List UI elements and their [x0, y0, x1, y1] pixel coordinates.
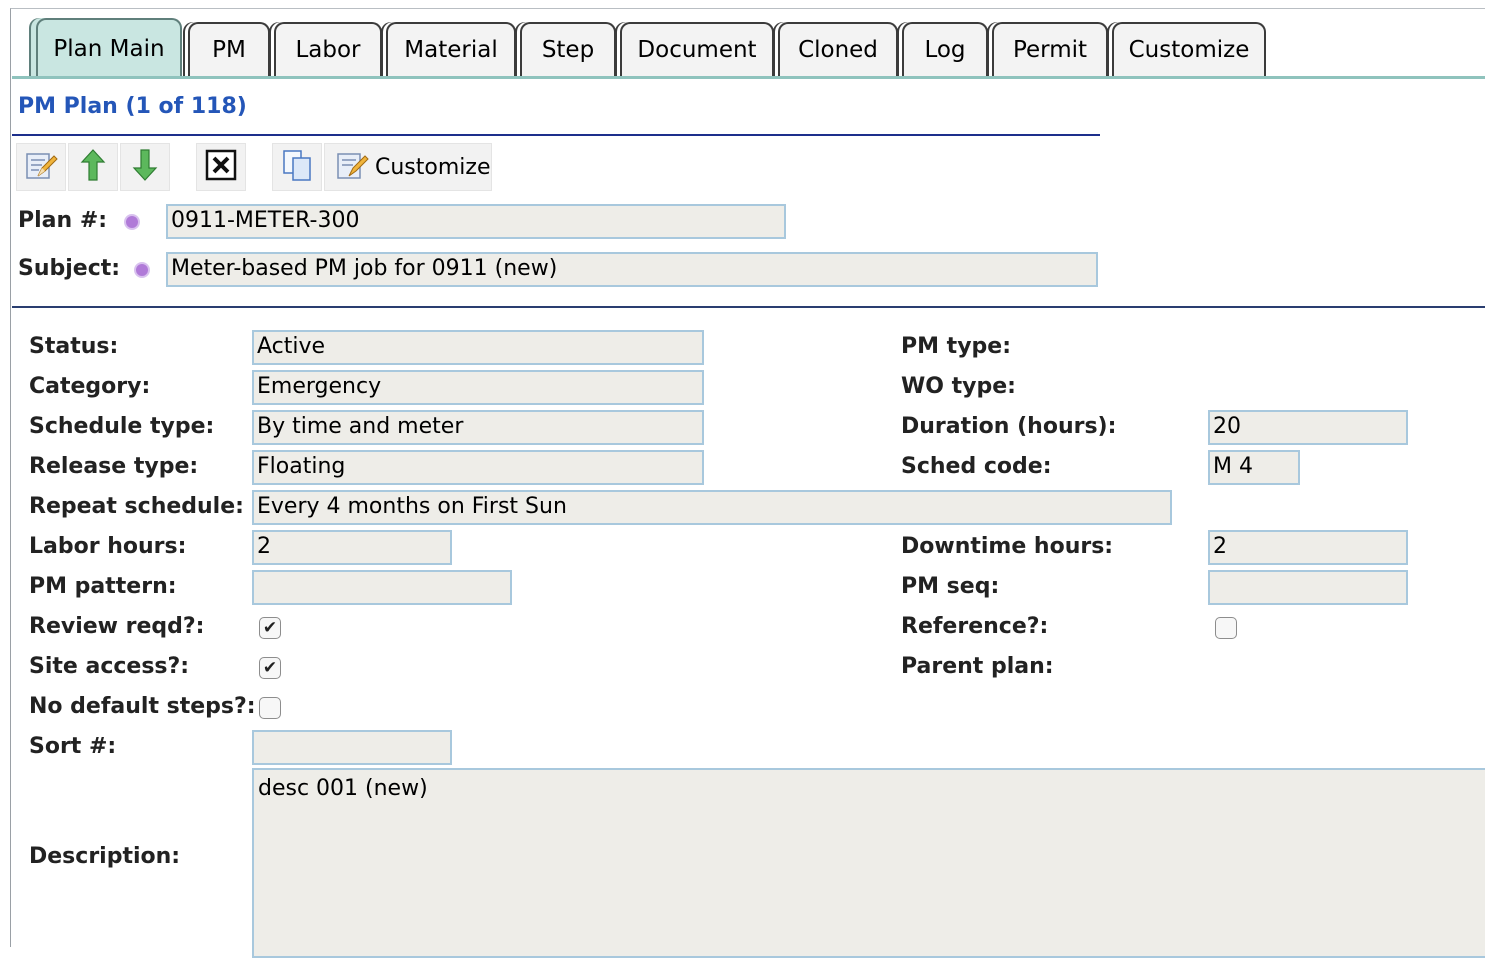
- schedule-type-field[interactable]: By time and meter: [252, 410, 704, 445]
- tab-label: Plan Main: [53, 36, 165, 62]
- duration-field[interactable]: 20: [1208, 410, 1408, 445]
- description-label: Description:: [29, 844, 181, 869]
- tab-label: Log: [924, 37, 966, 63]
- tab-log[interactable]: Log: [902, 22, 988, 76]
- site-access-label: Site access?:: [29, 654, 190, 679]
- review-reqd-checkbox[interactable]: ✔: [259, 617, 281, 639]
- sort-number-label: Sort #:: [29, 734, 117, 759]
- arrow-down-icon: [132, 148, 158, 186]
- subject-label: Subject:: [18, 256, 121, 281]
- tab-label: PM: [212, 37, 246, 63]
- subject-field[interactable]: Meter-based PM job for 0911 (new): [166, 252, 1098, 287]
- edit-form-icon: [24, 148, 58, 186]
- schedule-type-label: Schedule type:: [29, 414, 215, 439]
- pm-seq-label: PM seq:: [901, 574, 1000, 599]
- copy-button[interactable]: [272, 143, 322, 191]
- plan-number-field[interactable]: 0911-METER-300: [166, 204, 786, 239]
- no-default-steps-checkbox[interactable]: [259, 697, 281, 719]
- pm-type-label: PM type:: [901, 334, 1011, 359]
- tab-plan-main[interactable]: Plan Main: [36, 18, 182, 78]
- category-label: Category:: [29, 374, 151, 399]
- checkmark-icon: ✔: [262, 618, 278, 638]
- move-down-button[interactable]: [120, 143, 170, 191]
- required-indicator-icon: [134, 262, 150, 278]
- title-divider: [12, 134, 1100, 136]
- downtime-hours-label: Downtime hours:: [901, 534, 1114, 559]
- review-reqd-label: Review reqd?:: [29, 614, 205, 639]
- tab-label: Permit: [1012, 37, 1088, 63]
- tab-label: Customize: [1128, 37, 1250, 63]
- edit-button[interactable]: [16, 143, 66, 191]
- release-type-label: Release type:: [29, 454, 199, 479]
- tab-label: Material: [404, 37, 498, 63]
- customize-label: Customize: [375, 154, 491, 180]
- description-textarea[interactable]: desc 001 (new): [252, 768, 1485, 958]
- plan-number-label: Plan #:: [18, 208, 108, 233]
- sort-number-field[interactable]: [252, 730, 452, 765]
- pm-pattern-label: PM pattern:: [29, 574, 177, 599]
- repeat-schedule-label: Repeat schedule:: [29, 494, 244, 519]
- tab-step[interactable]: Step: [520, 22, 616, 76]
- tab-pm[interactable]: PM: [188, 22, 270, 76]
- parent-plan-label: Parent plan:: [901, 654, 1054, 679]
- move-up-button[interactable]: [68, 143, 118, 191]
- tab-document[interactable]: Document: [620, 22, 774, 76]
- delete-icon: [205, 149, 237, 185]
- tab-cloned[interactable]: Cloned: [778, 22, 898, 76]
- wo-type-label: WO type:: [901, 374, 1016, 399]
- checkmark-icon: ✔: [262, 658, 278, 678]
- duration-label: Duration (hours):: [901, 414, 1117, 439]
- arrow-up-icon: [80, 148, 106, 186]
- reference-label: Reference?:: [901, 614, 1049, 639]
- tab-permit[interactable]: Permit: [992, 22, 1108, 76]
- customize-icon: [335, 148, 369, 186]
- section-title: PM Plan (1 of 118): [18, 94, 247, 119]
- tab-label: Labor: [295, 37, 361, 63]
- no-default-steps-label: No default steps?:: [29, 694, 256, 719]
- sched-code-field[interactable]: M 4: [1208, 450, 1300, 485]
- copy-icon: [280, 148, 314, 186]
- repeat-schedule-field[interactable]: Every 4 months on First Sun: [252, 490, 1172, 525]
- category-field[interactable]: Emergency: [252, 370, 704, 405]
- tab-label: Document: [637, 37, 757, 63]
- required-indicator-icon: [124, 214, 140, 230]
- labor-hours-field[interactable]: 2: [252, 530, 452, 565]
- tab-material[interactable]: Material: [386, 22, 516, 76]
- labor-hours-label: Labor hours:: [29, 534, 187, 559]
- status-field[interactable]: Active: [252, 330, 704, 365]
- reference-checkbox[interactable]: [1215, 617, 1237, 639]
- site-access-checkbox[interactable]: ✔: [259, 657, 281, 679]
- tab-customize[interactable]: Customize: [1112, 22, 1266, 76]
- pm-pattern-field[interactable]: [252, 570, 512, 605]
- tab-labor[interactable]: Labor: [274, 22, 382, 76]
- sched-code-label: Sched code:: [901, 454, 1052, 479]
- tab-label: Cloned: [798, 37, 878, 63]
- delete-button[interactable]: [196, 143, 246, 191]
- downtime-hours-field[interactable]: 2: [1208, 530, 1408, 565]
- customize-button[interactable]: Customize: [324, 143, 492, 191]
- section-divider: [12, 306, 1485, 308]
- tab-underline: [12, 76, 1485, 79]
- pm-seq-field[interactable]: [1208, 570, 1408, 605]
- release-type-field[interactable]: Floating: [252, 450, 704, 485]
- tab-label: Step: [541, 37, 595, 63]
- status-label: Status:: [29, 334, 119, 359]
